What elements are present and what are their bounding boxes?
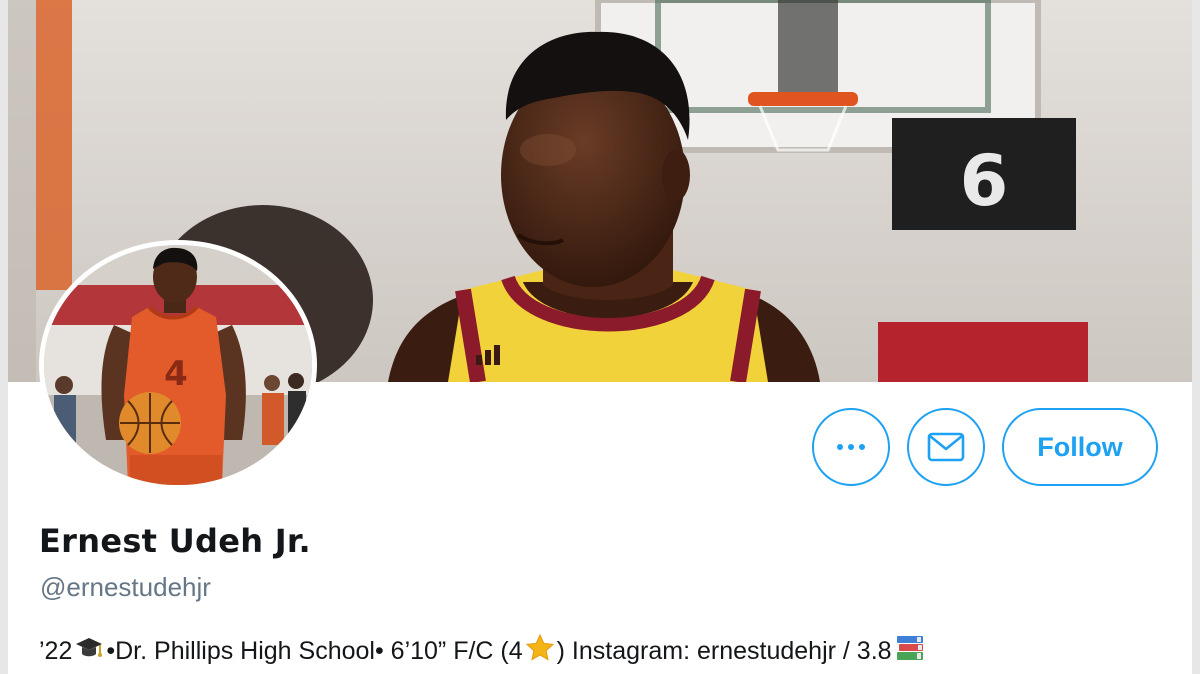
bio-school-info: •Dr. Phillips High School• 6’10” F/C (4 xyxy=(106,636,523,665)
profile-avatar[interactable]: 4 xyxy=(39,240,317,490)
user-handle: @ernestudehjr xyxy=(40,572,211,602)
bio-instagram-gpa: ) Instagram: ernestudehjr / 3.8 xyxy=(556,636,892,665)
bio-class-year: ’22 xyxy=(39,636,73,665)
backboard-number: 6 xyxy=(960,140,1009,222)
follow-button[interactable]: Follow xyxy=(1002,408,1158,486)
display-name: Ernest Udeh Jr. xyxy=(39,522,311,560)
more-options-button[interactable] xyxy=(812,408,890,486)
envelope-icon xyxy=(927,432,965,462)
star-icon xyxy=(525,633,555,670)
graduation-cap-icon xyxy=(74,634,104,669)
avatar-jersey-number: 4 xyxy=(164,354,188,394)
more-icon xyxy=(837,444,865,450)
books-icon xyxy=(894,632,926,671)
profile-bio: ’22 •Dr. Phillips High School• 6’10” F/C… xyxy=(39,632,928,671)
message-button[interactable] xyxy=(907,408,985,486)
profile-card: 6 4 Follow Ernest Udeh Jr. @ernestudehjr… xyxy=(8,0,1192,674)
